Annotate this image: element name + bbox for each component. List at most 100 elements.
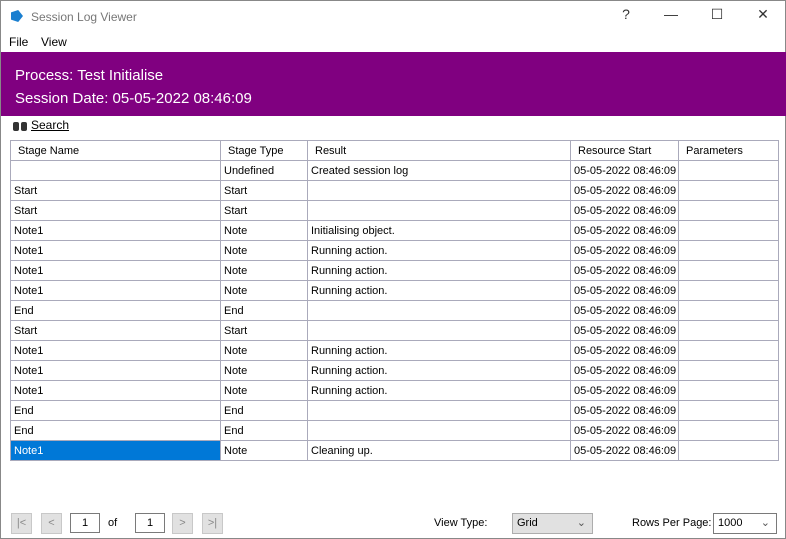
table-cell[interactable]: [307, 200, 571, 221]
page-input[interactable]: 1: [70, 513, 100, 533]
table-cell[interactable]: Note1: [10, 340, 221, 361]
table-row[interactable]: Note1 Note Running action. 05-05-2022 08:46…: [10, 360, 779, 381]
menu-view[interactable]: View: [41, 35, 67, 49]
table-row[interactable]: Note1 Note Running action. 05-05-2022 08:46…: [10, 280, 779, 301]
table-cell[interactable]: 05-05-2022 08:46:09: [570, 160, 679, 181]
table-cell[interactable]: 05-05-2022 08:46:09: [570, 220, 679, 241]
table-cell[interactable]: Note: [220, 440, 308, 461]
table-cell[interactable]: [678, 180, 779, 201]
table-cell[interactable]: Note1: [10, 380, 221, 401]
table-cell[interactable]: [678, 440, 779, 461]
table-cell[interactable]: [678, 400, 779, 421]
table-cell[interactable]: [678, 300, 779, 321]
table-cell[interactable]: Running action.: [307, 240, 571, 261]
table-cell[interactable]: 05-05-2022 08:46:09: [570, 200, 679, 221]
view-type-select[interactable]: Grid ⌄: [512, 513, 593, 534]
table-cell[interactable]: Running action.: [307, 380, 571, 401]
table-cell[interactable]: [678, 220, 779, 241]
last-page-button[interactable]: >|: [202, 513, 223, 534]
table-cell[interactable]: [678, 160, 779, 181]
table-cell[interactable]: Note: [220, 240, 308, 261]
table-cell[interactable]: Running action.: [307, 260, 571, 281]
table-cell[interactable]: 05-05-2022 08:46:09: [570, 260, 679, 281]
column-header[interactable]: Resource Start: [570, 140, 679, 161]
table-cell[interactable]: [678, 420, 779, 441]
table-cell[interactable]: [307, 400, 571, 421]
table-cell[interactable]: [678, 360, 779, 381]
table-cell[interactable]: Note1: [10, 220, 221, 241]
table-cell[interactable]: Note1: [10, 280, 221, 301]
table-row[interactable]: Start Start 05-05-2022 08:46:09: [10, 200, 779, 221]
table-row[interactable]: Start Start 05-05-2022 08:46:09: [10, 320, 779, 341]
table-cell[interactable]: Start: [220, 320, 308, 341]
column-header[interactable]: Result: [307, 140, 571, 161]
table-cell[interactable]: Start: [10, 180, 221, 201]
table-cell[interactable]: [307, 420, 571, 441]
table-cell[interactable]: 05-05-2022 08:46:09: [570, 360, 679, 381]
table-cell[interactable]: [678, 320, 779, 341]
table-cell[interactable]: Note: [220, 280, 308, 301]
table-cell[interactable]: Start: [220, 200, 308, 221]
table-cell[interactable]: [678, 340, 779, 361]
table-cell[interactable]: 05-05-2022 08:46:09: [570, 380, 679, 401]
table-row[interactable]: Note1 Note Running action. 05-05-2022 08:46…: [10, 340, 779, 361]
table-cell[interactable]: Note: [220, 260, 308, 281]
column-header[interactable]: Stage Name: [10, 140, 221, 161]
table-cell[interactable]: 05-05-2022 08:46:09: [570, 400, 679, 421]
table-cell[interactable]: [678, 260, 779, 281]
table-cell[interactable]: 05-05-2022 08:46:09: [570, 240, 679, 261]
table-cell[interactable]: End: [10, 300, 221, 321]
table-cell[interactable]: Note: [220, 380, 308, 401]
table-cell[interactable]: 05-05-2022 08:46:09: [570, 280, 679, 301]
rows-per-page-select[interactable]: 1000 ⌄: [713, 513, 777, 534]
table-cell[interactable]: End: [220, 400, 308, 421]
table-cell[interactable]: [678, 280, 779, 301]
table-cell[interactable]: Start: [220, 180, 308, 201]
table-cell[interactable]: End: [220, 300, 308, 321]
table-row[interactable]: Note1 Note Running action. 05-05-2022 08:46…: [10, 240, 779, 261]
table-row[interactable]: Start Start 05-05-2022 08:46:09: [10, 180, 779, 201]
table-cell[interactable]: 05-05-2022 08:46:09: [570, 180, 679, 201]
prev-page-button[interactable]: <: [41, 513, 62, 534]
table-row[interactable]: End End 05-05-2022 08:46:09: [10, 420, 779, 441]
table-cell[interactable]: End: [220, 420, 308, 441]
table-cell[interactable]: [307, 180, 571, 201]
table-cell[interactable]: Running action.: [307, 360, 571, 381]
table-cell[interactable]: Note1: [10, 260, 221, 281]
table-cell[interactable]: [678, 240, 779, 261]
table-cell[interactable]: Cleaning up.: [307, 440, 571, 461]
table-row[interactable]: Note1 Note Cleaning up. 05-05-2022 08:46:09: [10, 440, 779, 461]
search-link[interactable]: Search: [13, 118, 69, 132]
table-cell[interactable]: [678, 380, 779, 401]
table-cell[interactable]: Start: [10, 320, 221, 341]
search-label[interactable]: Search: [31, 118, 69, 132]
table-cell[interactable]: [10, 160, 221, 181]
column-header[interactable]: Parameters: [678, 140, 779, 161]
table-cell[interactable]: Note1: [10, 360, 221, 381]
menu-file[interactable]: File: [9, 35, 28, 49]
table-cell[interactable]: Initialising object.: [307, 220, 571, 241]
table-row[interactable]: Note1 Note Initialising object. 05-05-2022 …: [10, 220, 779, 241]
table-cell[interactable]: 05-05-2022 08:46:09: [570, 440, 679, 461]
column-header[interactable]: Stage Type: [220, 140, 308, 161]
table-cell[interactable]: Running action.: [307, 280, 571, 301]
table-cell[interactable]: 05-05-2022 08:46:09: [570, 320, 679, 341]
table-cell[interactable]: End: [10, 420, 221, 441]
table-cell[interactable]: [678, 200, 779, 221]
next-page-button[interactable]: >: [172, 513, 193, 534]
table-row[interactable]: Undefined Created session log 05-05-2022 0…: [10, 160, 779, 181]
table-cell[interactable]: Note: [220, 220, 308, 241]
maximize-button[interactable]: ☐: [702, 6, 732, 26]
table-row[interactable]: Note1 Note Running action. 05-05-2022 08:46…: [10, 260, 779, 281]
table-cell[interactable]: 05-05-2022 08:46:09: [570, 300, 679, 321]
first-page-button[interactable]: |<: [11, 513, 32, 534]
table-cell[interactable]: [307, 320, 571, 341]
table-cell[interactable]: 05-05-2022 08:46:09: [570, 340, 679, 361]
help-button[interactable]: ?: [611, 6, 641, 26]
table-row[interactable]: Note1 Note Running action. 05-05-2022 08:46…: [10, 380, 779, 401]
table-cell[interactable]: [307, 300, 571, 321]
minimize-button[interactable]: —: [656, 6, 686, 26]
table-cell[interactable]: Created session log: [307, 160, 571, 181]
table-cell[interactable]: Note1: [10, 240, 221, 261]
table-cell[interactable]: Start: [10, 200, 221, 221]
